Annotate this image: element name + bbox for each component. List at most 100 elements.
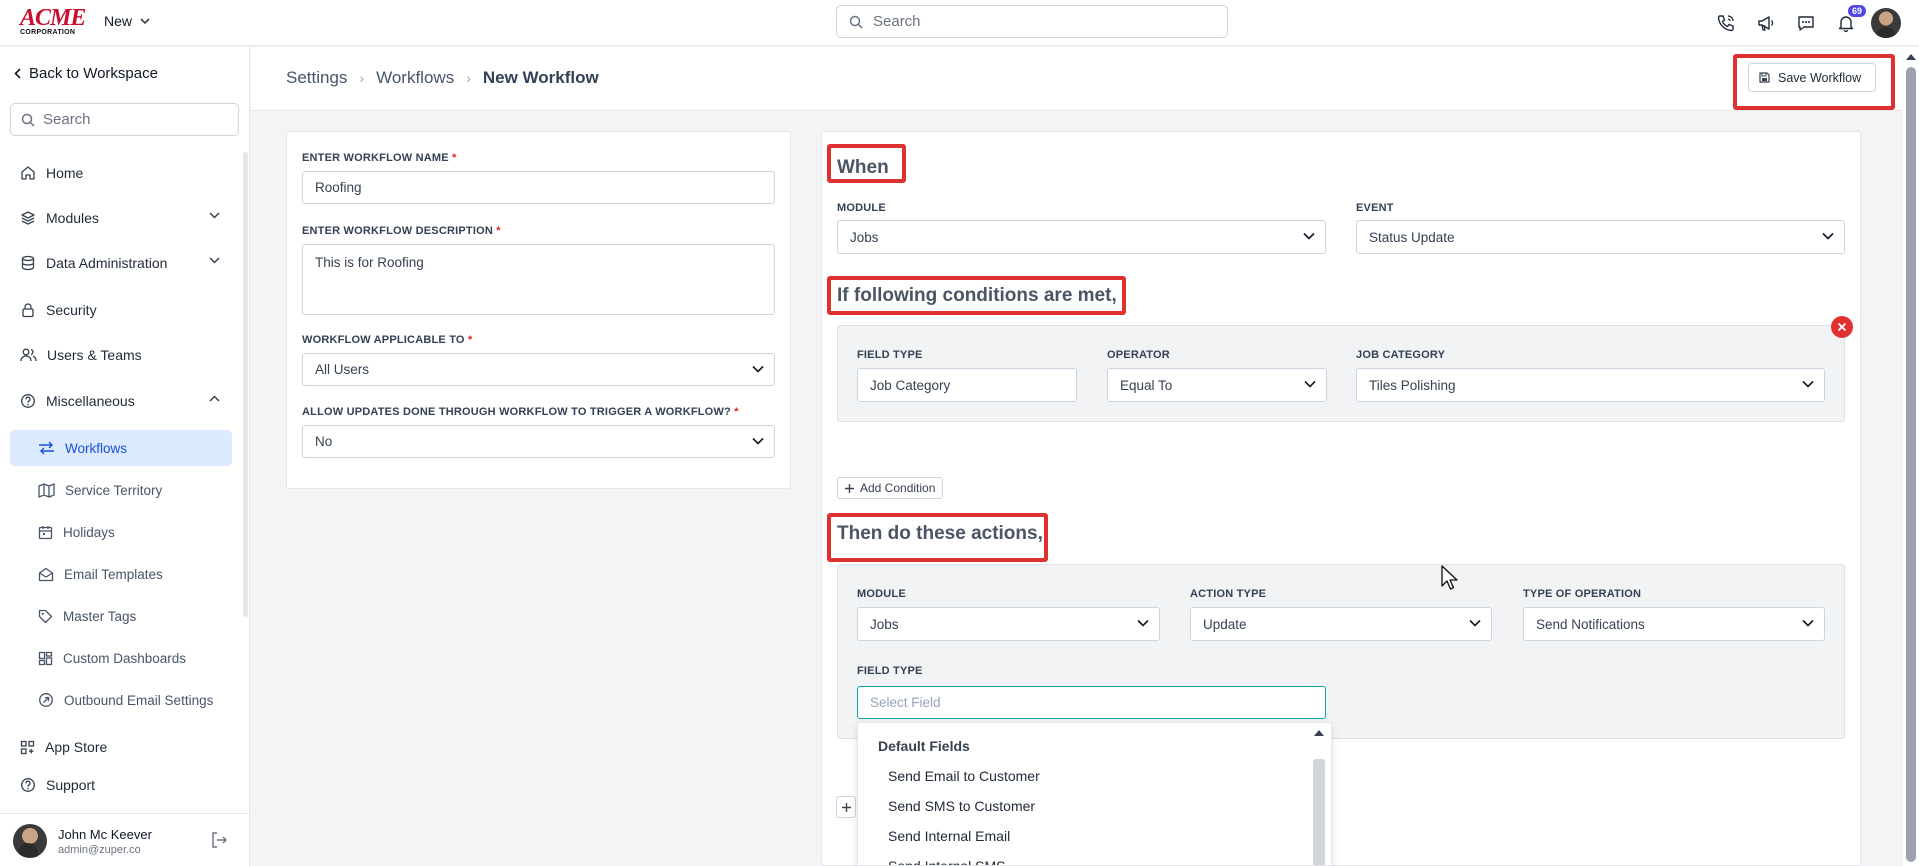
chat-icon[interactable] <box>1786 9 1826 37</box>
chevron-down-icon <box>209 212 220 219</box>
sidebar-item-modules[interactable]: Modules <box>10 200 232 236</box>
workflow-description-textarea[interactable]: This is for Roofing <box>302 244 775 315</box>
sidebar-item-outbound-email-settings[interactable]: Outbound Email Settings <box>10 682 232 718</box>
user-footer: John Mc Keever admin@zuper.co <box>0 813 249 866</box>
plus-icon <box>845 483 854 493</box>
sidebar-search[interactable] <box>10 103 239 136</box>
workflow-applicable-select[interactable]: All Users <box>302 353 775 386</box>
scroll-up-arrow-icon[interactable] <box>1905 53 1917 61</box>
page-header: Settings › Workflows › New Workflow Save… <box>251 47 1903 111</box>
scroll-up-arrow-icon[interactable] <box>1313 729 1325 737</box>
user-email: admin@zuper.co <box>58 844 141 856</box>
when-event-label: EVENT <box>1356 202 1394 214</box>
profile-avatar-button[interactable] <box>1866 8 1906 38</box>
dropdown-option[interactable]: Send Email to Customer <box>888 768 1040 784</box>
sidebar-item-support[interactable]: Support <box>10 767 232 803</box>
save-workflow-button[interactable]: Save Workflow <box>1748 63 1877 92</box>
sidebar-item-miscellaneous[interactable]: Miscellaneous <box>10 383 232 419</box>
chevron-down-icon <box>1137 619 1149 627</box>
workflow-name-label: ENTER WORKFLOW NAME * <box>302 152 457 164</box>
add-condition-button[interactable]: Add Condition <box>837 477 944 499</box>
breadcrumb-workflows[interactable]: Workflows <box>376 68 454 88</box>
sidebar-item-holidays[interactable]: Holidays <box>10 514 232 550</box>
sidebar-search-input[interactable] <box>43 111 223 128</box>
chevron-down-icon <box>752 365 764 373</box>
chevron-down-icon <box>1802 380 1814 388</box>
sidebar-item-home[interactable]: Home <box>10 155 232 191</box>
save-icon <box>1759 72 1770 83</box>
acme-logo[interactable]: ACME CORPORATION <box>20 6 86 36</box>
chevron-down-icon <box>1802 619 1814 627</box>
workflow-name-input[interactable]: Roofing <box>302 171 775 204</box>
arrows-icon <box>39 441 54 455</box>
dropdown-group-label: Default Fields <box>878 738 970 754</box>
dropdown-option[interactable]: Send Internal SMS <box>888 858 1006 865</box>
workflow-description-label: ENTER WORKFLOW DESCRIPTION * <box>302 225 501 237</box>
condition-job-category-select[interactable]: Tiles Polishing <box>1356 368 1825 402</box>
chevron-right-icon: › <box>359 70 365 86</box>
user-avatar[interactable] <box>13 824 47 858</box>
action-type-select[interactable]: Update <box>1190 607 1492 641</box>
bell-icon[interactable]: 69 <box>1826 5 1867 37</box>
global-search[interactable] <box>836 5 1228 38</box>
workflow-applicable-label: WORKFLOW APPLICABLE TO * <box>302 334 473 346</box>
condition-field-type-label: FIELD TYPE <box>857 349 923 361</box>
allow-trigger-select[interactable]: No <box>302 425 775 458</box>
when-module-select[interactable]: Jobs <box>837 220 1326 254</box>
action-field-type-input[interactable] <box>857 686 1326 719</box>
condition-job-category-label: JOB CATEGORY <box>1356 349 1446 361</box>
search-icon <box>849 15 863 29</box>
notification-badge: 69 <box>1848 5 1867 17</box>
lock-icon <box>22 303 34 318</box>
apps-icon <box>20 740 35 754</box>
help-circle-icon <box>21 394 35 408</box>
select-field-input[interactable] <box>870 695 1290 710</box>
sidebar-item-workflows[interactable]: Workflows <box>10 430 232 466</box>
field-type-dropdown: Default Fields Send Email to Customer Se… <box>857 722 1332 866</box>
sidebar-item-service-territory[interactable]: Service Territory <box>10 472 232 508</box>
dropdown-option[interactable]: Send SMS to Customer <box>888 798 1035 814</box>
user-name: John Mc Keever <box>58 827 152 842</box>
dropdown-option[interactable]: Send Internal Email <box>888 828 1010 844</box>
chevron-left-icon <box>14 68 21 79</box>
breadcrumb: Settings › Workflows › New Workflow <box>286 68 599 88</box>
sidebar-item-custom-dashboards[interactable]: Custom Dashboards <box>10 640 232 676</box>
new-menu-button[interactable]: New <box>104 13 150 29</box>
when-event-select[interactable]: Status Update <box>1356 220 1845 254</box>
remove-condition-button[interactable] <box>1831 316 1853 338</box>
sidebar-item-master-tags[interactable]: Master Tags <box>10 598 232 634</box>
sidebar-item-security[interactable]: Security <box>10 292 232 328</box>
breadcrumb-current: New Workflow <box>482 68 599 87</box>
phone-icon[interactable] <box>1706 9 1746 37</box>
dropdown-scrollbar[interactable] <box>1313 759 1325 865</box>
logout-icon <box>212 832 227 848</box>
chevron-right-icon: › <box>466 70 471 86</box>
back-to-workspace-link[interactable]: Back to Workspace <box>14 65 158 82</box>
plus-icon <box>841 802 851 812</box>
chevron-down-icon <box>209 257 220 264</box>
operation-type-select[interactable]: Send Notifications <box>1523 607 1825 641</box>
condition-operator-label: OPERATOR <box>1107 349 1170 361</box>
add-action-button[interactable] <box>836 796 856 818</box>
calendar-icon <box>38 525 53 539</box>
allow-trigger-label: ALLOW UPDATES DONE THROUGH WORKFLOW TO T… <box>302 406 739 418</box>
megaphone-icon[interactable] <box>1746 9 1786 37</box>
chevron-down-icon <box>1822 232 1834 240</box>
outbound-icon <box>39 693 53 707</box>
global-search-input[interactable] <box>873 13 1213 30</box>
action-module-select[interactable]: Jobs <box>857 607 1160 641</box>
search-icon <box>21 113 35 127</box>
sidebar-item-app-store[interactable]: App Store <box>10 729 232 765</box>
dashboard-icon <box>38 651 53 665</box>
sidebar-item-email-templates[interactable]: Email Templates <box>10 556 232 592</box>
condition-field-type-input[interactable]: Job Category <box>857 368 1077 402</box>
page-scrollbar[interactable] <box>1903 47 1919 866</box>
condition-operator-select[interactable]: Equal To <box>1107 368 1327 402</box>
sidebar-scrollbar[interactable] <box>243 152 248 617</box>
logout-button[interactable] <box>210 831 228 849</box>
breadcrumb-settings[interactable]: Settings <box>286 68 347 88</box>
when-title: When <box>837 157 889 178</box>
page-scrollbar-thumb[interactable] <box>1906 67 1916 862</box>
sidebar-item-users-teams[interactable]: Users & Teams <box>10 337 232 373</box>
sidebar-item-data-administration[interactable]: Data Administration <box>10 245 232 281</box>
